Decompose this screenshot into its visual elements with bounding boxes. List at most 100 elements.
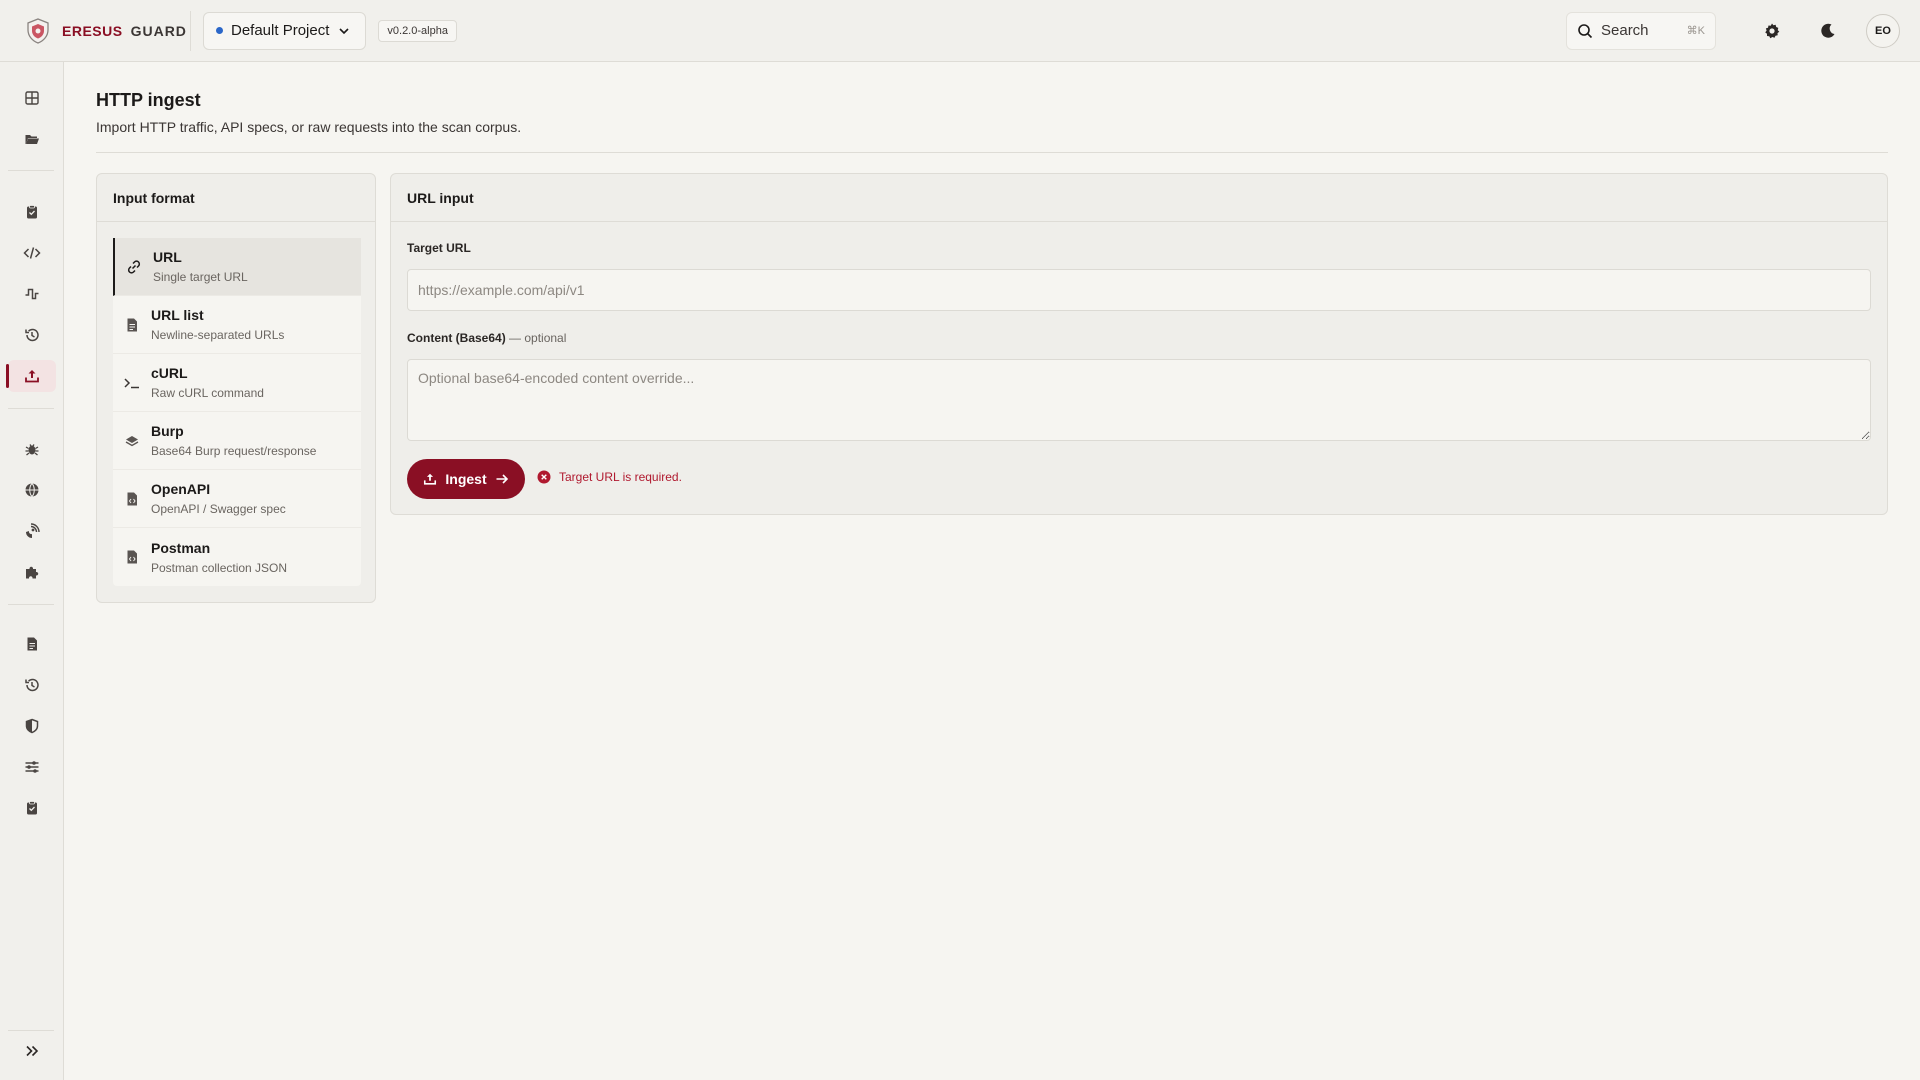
project-selector[interactable]: Default Project [203,11,367,50]
link-icon [127,259,141,274]
topbar-divider [190,10,191,51]
layers-icon [125,435,139,446]
top-bar: ERESUS GUARD Default Project v0.2.0-alph… [0,0,1920,62]
ingest-label: Ingest [445,471,487,487]
grid-icon [25,91,39,105]
puzzle-icon [26,566,39,579]
sidebar-item-tasks[interactable] [8,792,56,824]
sidebar-item-code[interactable] [8,237,56,269]
format-option-curl[interactable]: cURL Raw cURL command [113,354,361,412]
sidebar-item-projects[interactable] [8,123,56,155]
validation-error-text: Target URL is required. [559,470,682,484]
sidebar-divider [8,170,54,171]
target-url-label: Target URL [407,241,471,255]
content-base64-textarea[interactable] [407,359,1871,441]
satellite-icon [26,523,40,538]
sidebar-item-reports[interactable] [8,628,56,660]
project-name: Default Project [231,22,330,39]
chevron-down-icon [339,27,349,34]
format-option-url[interactable]: URL Single target URL [113,238,361,296]
format-option-burp[interactable]: Burp Base64 Burp request/response [113,412,361,470]
sidebar-divider [8,1030,54,1031]
clipboard-icon [27,205,37,219]
project-status-dot [216,27,223,34]
moon-icon [1821,23,1835,38]
url-input-title: URL input [391,174,1887,222]
settings-button[interactable] [1752,11,1792,51]
code-file-icon [127,550,137,564]
format-option-openapi[interactable]: OpenAPI OpenAPI / Swagger spec [113,470,361,528]
sliders-icon [25,761,39,773]
sidebar-item-settings[interactable] [8,751,56,783]
sidebar-item-network[interactable] [8,474,56,506]
signal-wave-icon [25,288,39,300]
error-circle-icon [537,470,551,484]
search-icon [1578,23,1593,38]
format-description: OpenAPI / Swagger spec [151,502,286,516]
format-description: Postman collection JSON [151,560,288,575]
brand-sub: GUARD [130,22,187,39]
shield-icon [25,718,39,734]
sidebar-item-traffic[interactable] [8,278,56,310]
shield-logo-icon [27,17,49,44]
brand-name: ERESUS [62,22,123,39]
format-option-url-list[interactable]: URL list Newline-separated URLs [113,296,361,354]
folder-open-icon [25,135,39,144]
sidebar-item-checklist[interactable] [8,196,56,228]
upload-icon [424,473,437,485]
avatar[interactable]: EO [1866,13,1900,48]
sidebar-item-recon[interactable] [8,515,56,547]
sidebar-item-security[interactable] [8,710,56,742]
theme-toggle-button[interactable] [1808,11,1848,51]
search-label: Search [1601,22,1649,39]
sidebar-item-audit-log[interactable] [8,669,56,701]
globe-icon [25,483,39,497]
ingest-button[interactable]: Ingest [407,459,525,499]
format-label: OpenAPI [151,481,211,497]
content-label-text: Content (Base64) [407,331,506,345]
upload-icon [25,370,39,383]
sidebar-item-dashboard[interactable] [8,82,56,114]
format-description: Base64 Burp request/response [151,444,317,458]
history-icon [25,678,39,692]
target-url-input[interactable] [407,269,1871,311]
format-list: URL Single target URL URL list Newline-s… [113,238,361,586]
format-label: Burp [151,423,184,439]
search-button[interactable]: Search ⌘K [1566,11,1716,50]
bug-icon [25,444,39,456]
code-icon [23,247,41,259]
sidebar-item-history[interactable] [8,319,56,351]
format-label: URL list [151,307,204,323]
sidebar-expand-button[interactable] [8,1035,56,1067]
clipboard-icon [27,801,37,815]
format-label: cURL [151,365,188,381]
code-file-icon [127,492,137,505]
sidebar-item-vulnerabilities[interactable] [8,433,56,465]
header-divider [96,152,1888,153]
format-option-postman[interactable]: Postman Postman collection JSON [113,528,361,586]
format-description: Newline-separated URLs [151,328,285,342]
sidebar [0,62,64,1080]
url-input-card: URL input Target URL Content (Base64) — … [390,173,1888,515]
page-title: HTTP ingest [96,90,201,110]
page-subtitle: Import HTTP traffic, API specs, or raw r… [96,119,522,135]
sidebar-item-plugins[interactable] [8,556,56,588]
validation-error: Target URL is required. [537,470,682,484]
version-badge: v0.2.0-alpha [378,19,457,42]
brand[interactable]: ERESUS GUARD [0,0,190,61]
gear-icon [1765,23,1780,38]
format-description: Raw cURL command [151,386,264,400]
file-icon [127,318,137,331]
content-optional-hint: — optional [509,331,567,345]
input-format-title: Input format [97,174,375,222]
format-label: URL [153,249,182,265]
history-icon [25,328,39,342]
content-label: Content (Base64) — optional [407,331,566,345]
terminal-icon [124,377,139,388]
search-shortcut: ⌘K [1686,25,1705,37]
sidebar-divider [8,604,54,605]
sidebar-item-http-ingest[interactable] [6,360,56,392]
chevrons-right-icon [26,1045,39,1057]
arrow-right-icon [496,474,508,484]
input-format-card: Input format URL Single target URL URL l… [96,173,376,603]
